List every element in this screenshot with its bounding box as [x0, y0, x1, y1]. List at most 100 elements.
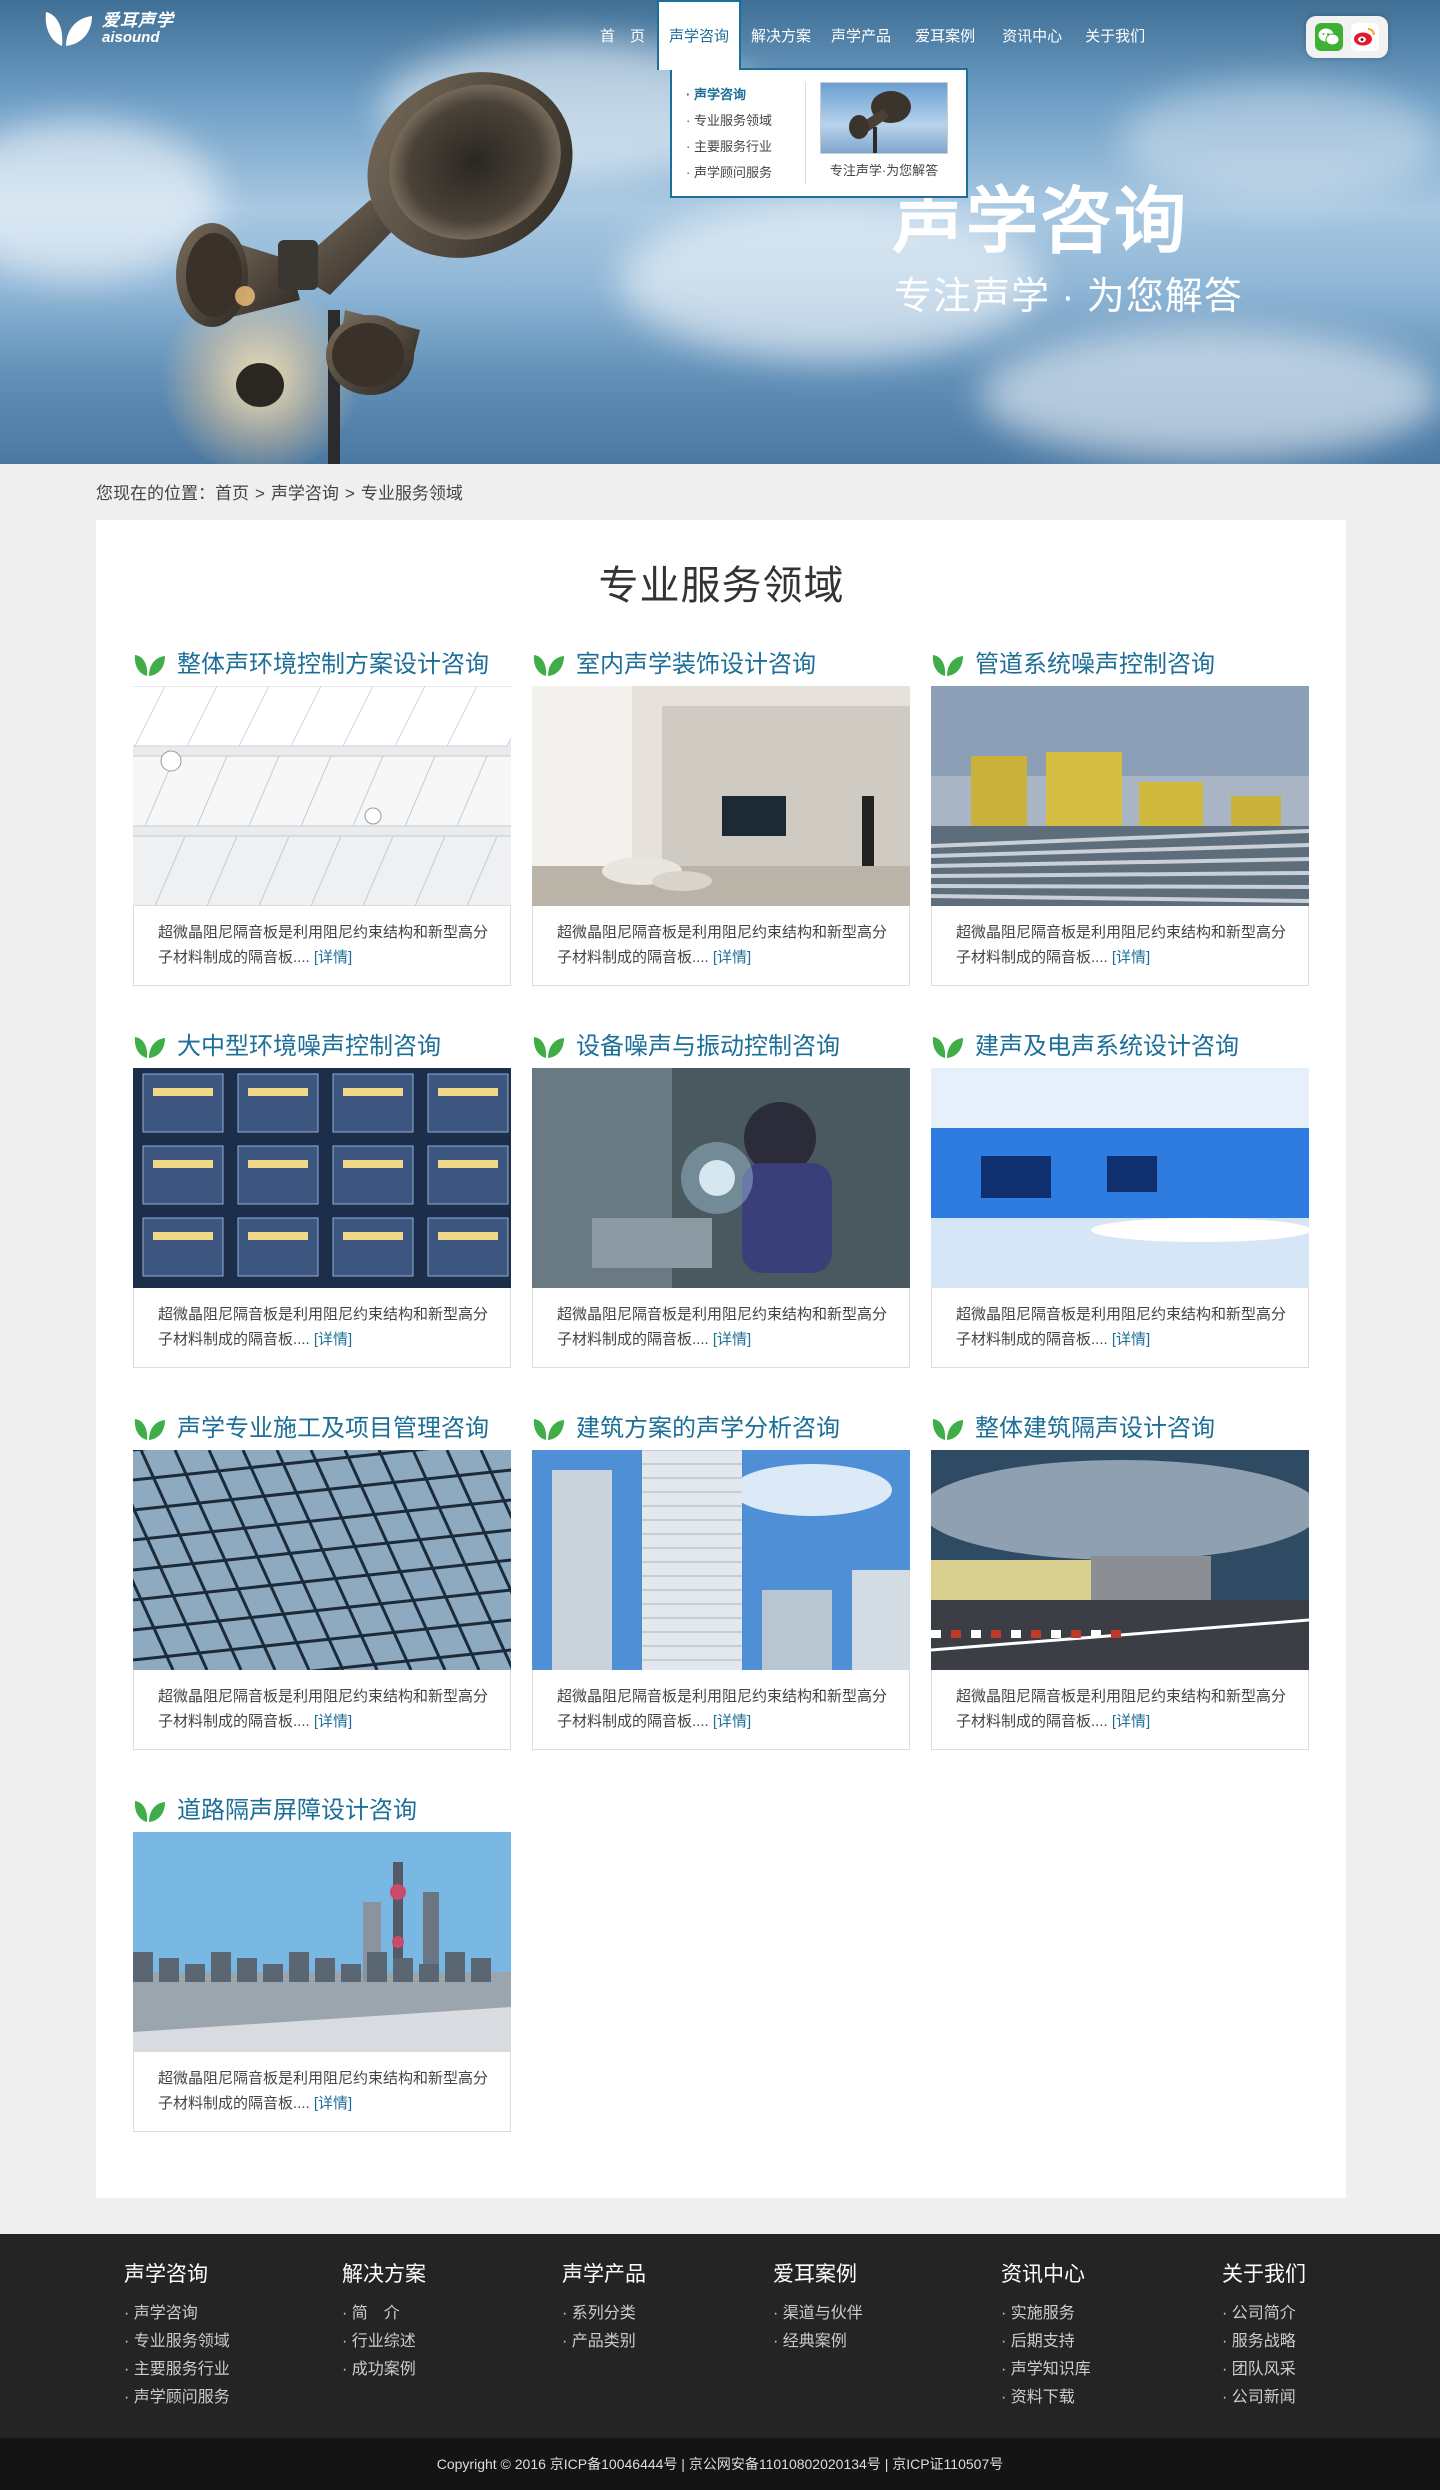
footer-link[interactable]: · 声学知识库	[1001, 2356, 1091, 2384]
nav-dropdown-menu: · 声学咨询 · 专业服务领域 · 主要服务行业 · 声学顾问服务 专注声学·为…	[670, 68, 968, 198]
card-image[interactable]	[133, 1450, 511, 1670]
footer-link[interactable]: · 行业综述	[342, 2328, 426, 2356]
weibo-icon[interactable]	[1351, 23, 1379, 51]
card-title[interactable]: 整体建筑隔声设计咨询	[975, 1414, 1215, 1444]
footer-column: 声学产品 · 系列分类 · 产品类别	[562, 2258, 646, 2356]
card-detail-link[interactable]: [详情]	[1112, 949, 1150, 966]
card-header: 整体建筑隔声设计咨询	[931, 1408, 1309, 1450]
footer: 声学咨询 · 声学咨询 · 专业服务领域 · 主要服务行业 · 声学顾问服务 解决方案 · …	[0, 2234, 1440, 2438]
card-description: 超微晶阻尼隔音板是利用阻尼约束结构和新型高分子材料制成的隔音板.... [详情]	[133, 906, 511, 986]
footer-link[interactable]: · 简 介	[342, 2300, 426, 2328]
card-header: 声学专业施工及项目管理咨询	[133, 1408, 511, 1450]
card-header: 建声及电声系统设计咨询	[931, 1026, 1309, 1068]
footer-link[interactable]: · 专业服务领域	[124, 2328, 230, 2356]
footer-link-label: 渠道与伙伴	[782, 2305, 863, 2322]
card-description: 超微晶阻尼隔音板是利用阻尼约束结构和新型高分子材料制成的隔音板.... [详情]	[133, 1670, 511, 1750]
nav-item-news[interactable]: 资讯中心	[989, 0, 1075, 70]
card-detail-link[interactable]: [详情]	[314, 1331, 352, 1348]
nav-item-cases[interactable]: 爱耳案例	[901, 0, 989, 70]
card-detail-link[interactable]: [详情]	[713, 1331, 751, 1348]
card-header: 建筑方案的声学分析咨询	[532, 1408, 910, 1450]
dropdown-caption: 专注声学·为您解答	[829, 163, 939, 178]
card-detail-link[interactable]: [详情]	[1112, 1331, 1150, 1348]
logo-en-text: aisound	[102, 29, 160, 46]
card-image[interactable]	[931, 686, 1309, 906]
footer-link[interactable]: · 声学顾问服务	[124, 2384, 230, 2412]
card-image[interactable]	[532, 1068, 910, 1288]
footer-column-title[interactable]: 声学产品	[562, 2258, 646, 2292]
card-title[interactable]: 建声及电声系统设计咨询	[975, 1032, 1239, 1062]
dropdown-item-label: 专业服务领域	[693, 113, 772, 128]
wechat-icon[interactable]	[1315, 23, 1343, 51]
footer-link[interactable]: · 公司新闻	[1222, 2384, 1306, 2412]
card-image[interactable]	[133, 686, 511, 906]
footer-link[interactable]: · 资料下载	[1001, 2384, 1091, 2412]
card-detail-link[interactable]: [详情]	[314, 2095, 352, 2112]
card-image[interactable]	[532, 1450, 910, 1670]
dropdown-item[interactable]: · 声学顾问服务	[686, 160, 805, 186]
dropdown-item[interactable]: · 声学咨询	[686, 82, 805, 108]
footer-link[interactable]: · 后期支持	[1001, 2328, 1091, 2356]
card-image[interactable]	[133, 1068, 511, 1288]
card-image[interactable]	[133, 1832, 511, 2052]
footer-column: 声学咨询 · 声学咨询 · 专业服务领域 · 主要服务行业 · 声学顾问服务	[124, 2258, 230, 2412]
footer-link[interactable]: · 系列分类	[562, 2300, 646, 2328]
card-detail-link[interactable]: [详情]	[713, 1713, 751, 1730]
footer-link-label: 行业综述	[351, 2333, 416, 2350]
dropdown-feature[interactable]: 专注声学·为您解答	[806, 82, 952, 184]
card-title[interactable]: 大中型环境噪声控制咨询	[177, 1032, 441, 1062]
footer-link[interactable]: · 团队风采	[1222, 2356, 1306, 2384]
footer-link[interactable]: · 产品类别	[562, 2328, 646, 2356]
card-title[interactable]: 建筑方案的声学分析咨询	[576, 1414, 840, 1444]
dropdown-item[interactable]: · 主要服务行业	[686, 134, 805, 160]
service-card: 声学专业施工及项目管理咨询超微晶阻尼隔音板是利用阻尼约束结构和新型高分子材料制成…	[133, 1408, 511, 1750]
footer-column-title[interactable]: 声学咨询	[124, 2258, 230, 2292]
card-detail-link[interactable]: [详情]	[314, 949, 352, 966]
breadcrumb-prefix: 您现在的位置：	[96, 484, 215, 503]
footer-link[interactable]: · 经典案例	[773, 2328, 863, 2356]
dropdown-item[interactable]: · 专业服务领域	[686, 108, 805, 134]
card-description: 超微晶阻尼隔音板是利用阻尼约束结构和新型高分子材料制成的隔音板.... [详情]	[133, 1288, 511, 1368]
card-image[interactable]	[532, 686, 910, 906]
footer-link[interactable]: · 主要服务行业	[124, 2356, 230, 2384]
card-image[interactable]	[931, 1450, 1309, 1670]
social-links	[1306, 16, 1388, 58]
card-title[interactable]: 室内声学装饰设计咨询	[576, 650, 816, 680]
green-leaf-icon	[533, 1419, 564, 1440]
footer-link[interactable]: · 渠道与伙伴	[773, 2300, 863, 2328]
green-leaf-icon	[134, 1037, 165, 1058]
nav-item-products[interactable]: 声学产品	[821, 0, 901, 70]
breadcrumb-link-consulting[interactable]: 声学咨询	[271, 484, 339, 503]
nav-item-about[interactable]: 关于我们	[1075, 0, 1155, 70]
footer-link[interactable]: · 声学咨询	[124, 2300, 230, 2328]
logo-cn-text: 爱耳声学	[102, 11, 174, 30]
card-detail-link[interactable]: [详情]	[1112, 1713, 1150, 1730]
nav-item-home[interactable]: 首 页	[588, 0, 657, 70]
footer-link[interactable]: · 服务战略	[1222, 2328, 1306, 2356]
nav-item-solutions[interactable]: 解决方案	[741, 0, 821, 70]
footer-column-title[interactable]: 爱耳案例	[773, 2258, 863, 2292]
service-card: 管道系统噪声控制咨询 超微晶阻尼隔音板是利用阻尼约束结构和新型高分子材料制成的隔音…	[931, 644, 1309, 986]
card-title[interactable]: 整体声环境控制方案设计咨询	[177, 650, 489, 680]
breadcrumb-link-home[interactable]: 首页	[215, 484, 249, 503]
footer-column-title[interactable]: 解决方案	[342, 2258, 426, 2292]
footer-column-title[interactable]: 资讯中心	[1001, 2258, 1091, 2292]
card-title[interactable]: 道路隔声屏障设计咨询	[177, 1796, 417, 1826]
footer-link-label: 服务战略	[1231, 2333, 1296, 2350]
service-card: 大中型环境噪声控制咨询超微晶阻尼隔音板是利用阻尼约束结构和新型高分子材料制成的隔…	[133, 1026, 511, 1368]
footer-link[interactable]: · 成功案例	[342, 2356, 426, 2384]
card-title[interactable]: 声学专业施工及项目管理咨询	[177, 1414, 489, 1444]
green-leaf-icon	[134, 655, 165, 676]
footer-link[interactable]: · 公司简介	[1222, 2300, 1306, 2328]
site-logo[interactable]: 爱耳声学 aisound	[42, 8, 174, 50]
card-image[interactable]	[931, 1068, 1309, 1288]
card-title[interactable]: 管道系统噪声控制咨询	[975, 650, 1215, 680]
card-detail-link[interactable]: [详情]	[314, 1713, 352, 1730]
card-detail-link[interactable]: [详情]	[713, 949, 751, 966]
green-leaf-icon	[134, 1419, 165, 1440]
nav-item-acoustic-consulting[interactable]: 声学咨询	[657, 0, 742, 70]
card-title[interactable]: 设备噪声与振动控制咨询	[576, 1032, 840, 1062]
footer-link[interactable]: · 实施服务	[1001, 2300, 1091, 2328]
card-description: 超微晶阻尼隔音板是利用阻尼约束结构和新型高分子材料制成的隔音板.... [详情]	[931, 1670, 1309, 1750]
footer-column-title[interactable]: 关于我们	[1222, 2258, 1306, 2292]
